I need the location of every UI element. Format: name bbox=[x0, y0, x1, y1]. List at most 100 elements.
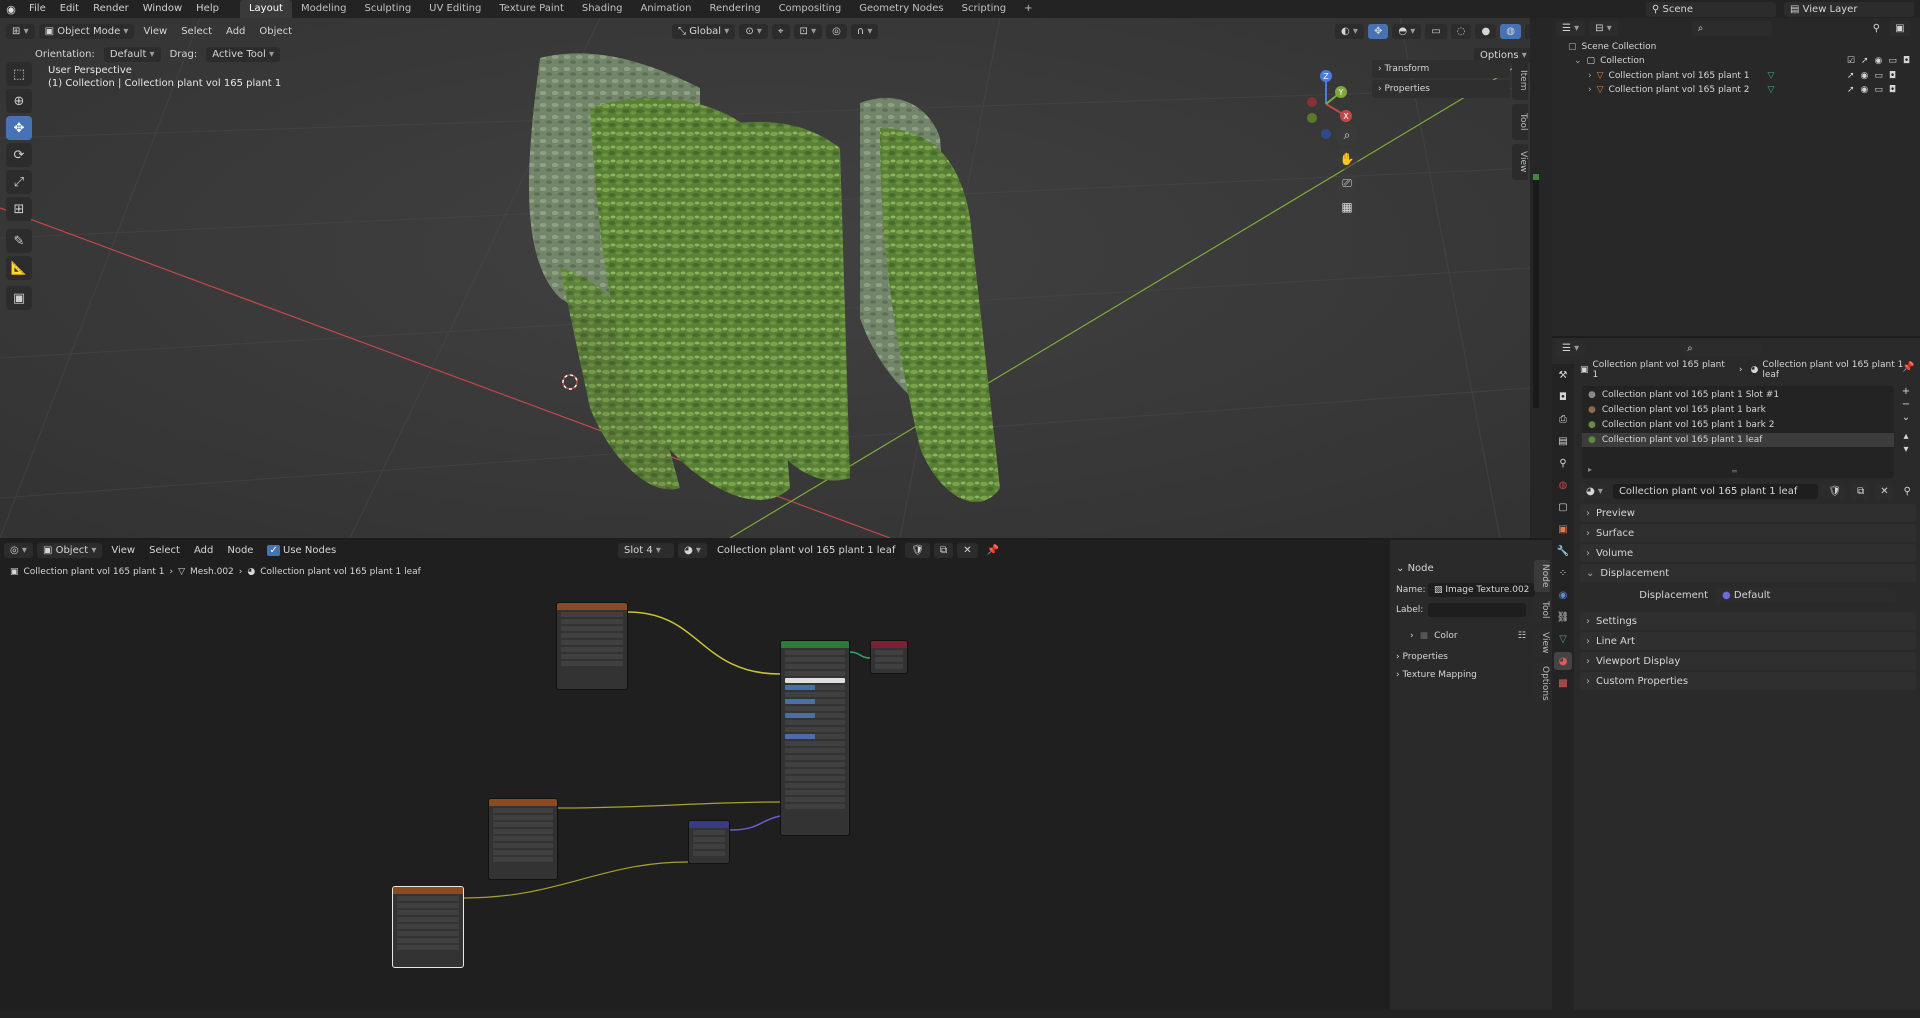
list-icon[interactable]: ☷ bbox=[1518, 631, 1526, 641]
outliner-filter-icon[interactable]: ⚲ bbox=[1868, 21, 1885, 36]
proportional-falloff-selector[interactable]: ∩ bbox=[850, 23, 879, 39]
view-layer-selector[interactable]: ▤ View Layer bbox=[1784, 1, 1914, 17]
sidebar-tab-tool[interactable]: Tool bbox=[1512, 104, 1528, 140]
menu-render[interactable]: Render bbox=[86, 0, 136, 18]
render-tab-icon[interactable]: ◘ bbox=[1554, 388, 1572, 406]
world-tab-icon[interactable]: ◍ bbox=[1554, 476, 1572, 494]
material-name-field[interactable]: Collection plant vol 165 plant 1 leaf bbox=[1612, 483, 1819, 499]
physics-tab-icon[interactable]: ◉ bbox=[1554, 586, 1572, 604]
object-tab-icon[interactable]: ▣ bbox=[1554, 520, 1572, 538]
xray-toggle[interactable]: ▭ bbox=[1425, 23, 1447, 39]
workspace-tab-scripting[interactable]: Scripting bbox=[953, 0, 1015, 18]
image-texture-node[interactable] bbox=[488, 798, 558, 880]
modifier-tab-icon[interactable]: 🔧 bbox=[1554, 542, 1572, 560]
viewport-menu-select[interactable]: Select bbox=[176, 24, 217, 39]
material-tab-icon[interactable]: ◕ bbox=[1554, 652, 1572, 670]
node-name-field[interactable]: ▨ Image Texture.002 bbox=[1428, 583, 1536, 597]
output-tab-icon[interactable]: ⎙ bbox=[1554, 410, 1572, 428]
panel-surface[interactable]: Surface bbox=[1580, 524, 1916, 542]
select-toggle-icon[interactable]: ➚ bbox=[1847, 71, 1855, 81]
move-up-icon[interactable]: ▴ bbox=[1903, 431, 1908, 442]
panel-settings[interactable]: Settings bbox=[1580, 612, 1916, 630]
rotate-tool-icon[interactable]: ⟳ bbox=[6, 143, 32, 167]
add-workspace-icon[interactable]: + bbox=[1015, 0, 1041, 18]
particles-tab-icon[interactable]: ⁘ bbox=[1554, 564, 1572, 582]
outliner-display-mode-button[interactable]: ⊟ bbox=[1589, 20, 1618, 36]
3d-viewport[interactable]: ⊞ ▣ Object Mode View Select Add Object ⤡… bbox=[0, 18, 1530, 538]
image-texture-node[interactable] bbox=[556, 602, 628, 690]
unlink-material-icon[interactable]: ✕ bbox=[1874, 483, 1895, 499]
panel-displacement[interactable]: Displacement bbox=[1580, 564, 1916, 582]
scene-selector[interactable]: ⚲ Scene bbox=[1646, 1, 1776, 17]
outliner-collection-row[interactable]: ⌄ ▢ Collection ☑ ➚ ◉ ▭ ◘ bbox=[1552, 54, 1920, 68]
workspace-tab-sculpting[interactable]: Sculpting bbox=[355, 0, 420, 18]
collection-tab-icon[interactable]: ▢ bbox=[1554, 498, 1572, 516]
workspace-tab-texture-paint[interactable]: Texture Paint bbox=[490, 0, 573, 18]
outliner-new-collection-icon[interactable]: ▣ bbox=[1889, 20, 1911, 36]
pan-hand-icon[interactable]: ✋ bbox=[1336, 148, 1358, 170]
node-link-filter-icon[interactable]: ⚲ bbox=[1899, 484, 1916, 499]
workspace-tab-modeling[interactable]: Modeling bbox=[292, 0, 356, 18]
node-label-field[interactable] bbox=[1428, 603, 1526, 617]
remove-slot-icon[interactable]: − bbox=[1902, 399, 1910, 410]
visibility-selector[interactable]: ◐ bbox=[1335, 23, 1364, 39]
panel-viewport-display[interactable]: Viewport Display bbox=[1580, 652, 1916, 670]
workspace-tab-layout[interactable]: Layout bbox=[239, 0, 292, 18]
panel-custom-properties[interactable]: Custom Properties bbox=[1580, 672, 1916, 690]
node-section-header[interactable]: ⌄ Node bbox=[1396, 560, 1526, 578]
outliner-editor-type-button[interactable]: ☰ bbox=[1556, 20, 1586, 36]
node-tab-tool[interactable]: Tool bbox=[1534, 596, 1550, 624]
shading-wireframe-button[interactable]: ◌ bbox=[1450, 23, 1472, 39]
add-cube-tool-icon[interactable]: ▣ bbox=[6, 286, 32, 310]
expand-arrow-icon[interactable]: ⌄ bbox=[1574, 56, 1582, 66]
expand-arrow-icon[interactable]: › bbox=[1588, 85, 1592, 95]
visibility-eye-icon[interactable]: ◉ bbox=[1861, 85, 1869, 95]
expand-arrow-icon[interactable]: › bbox=[1588, 71, 1592, 81]
pin-icon[interactable]: 📌 bbox=[1902, 362, 1914, 373]
viewport-menu-add[interactable]: Add bbox=[221, 24, 250, 39]
principled-bsdf-node[interactable] bbox=[780, 640, 850, 836]
properties-search-input[interactable]: ⌕ bbox=[1681, 340, 1762, 356]
browse-material-button[interactable]: ◕ bbox=[1580, 483, 1609, 499]
properties-section[interactable]: › Properties bbox=[1396, 648, 1526, 666]
panel-preview[interactable]: Preview bbox=[1580, 504, 1916, 522]
outliner-object-row[interactable]: › ▽ Collection plant vol 165 plant 2 ▽ ➚… bbox=[1552, 83, 1920, 97]
select-box-tool-icon[interactable]: ⬚ bbox=[6, 62, 32, 86]
transform-orientation-selector[interactable]: ⤡ Global bbox=[672, 23, 736, 39]
editor-type-button[interactable]: ⊞ bbox=[6, 23, 35, 39]
workspace-tab-animation[interactable]: Animation bbox=[632, 0, 701, 18]
outliner-scene-collection[interactable]: ▢ Scene Collection bbox=[1552, 40, 1920, 54]
annotate-tool-icon[interactable]: ✎ bbox=[6, 229, 32, 253]
material-slot-row[interactable]: ● Collection plant vol 165 plant 1 Slot #… bbox=[1582, 388, 1894, 402]
select-toggle-icon[interactable]: ➚ bbox=[1861, 56, 1869, 66]
data-tab-icon[interactable]: ▽ bbox=[1554, 630, 1572, 648]
properties-panel[interactable]: › Properties bbox=[1372, 80, 1510, 98]
panel-line-art[interactable]: Line Art bbox=[1580, 632, 1916, 650]
texture-mapping-section[interactable]: › Texture Mapping bbox=[1396, 666, 1526, 684]
snap-toggle[interactable]: ⌖ bbox=[771, 23, 790, 39]
workspace-tab-compositing[interactable]: Compositing bbox=[770, 0, 851, 18]
drag-selector[interactable]: Active Tool bbox=[206, 46, 280, 62]
texture-tab-icon[interactable]: ▩ bbox=[1554, 674, 1572, 692]
scene-tab-icon[interactable]: ⚲ bbox=[1554, 454, 1572, 472]
workspace-tab-uv-editing[interactable]: UV Editing bbox=[420, 0, 490, 18]
camera-view-icon[interactable]: ⎚ bbox=[1336, 172, 1358, 194]
viewport-menu-object[interactable]: Object bbox=[254, 24, 297, 39]
render-camera-icon[interactable]: ◘ bbox=[1903, 56, 1910, 66]
material-slot-row-active[interactable]: ● Collection plant vol 165 plant 1 leaf bbox=[1582, 433, 1894, 447]
image-texture-node-selected[interactable] bbox=[392, 886, 464, 968]
add-slot-icon[interactable]: + bbox=[1902, 386, 1910, 397]
shading-material-button[interactable]: ◍ bbox=[1500, 23, 1521, 39]
shader-node-editor[interactable]: ◎ ▣ Object View Select Add Node ✓ Use No… bbox=[0, 540, 1390, 1018]
tool-tab-icon[interactable]: ⚒ bbox=[1554, 366, 1572, 384]
node-color-row[interactable]: › ■ Color ☷ bbox=[1396, 626, 1526, 646]
workspace-tab-geometry-nodes[interactable]: Geometry Nodes bbox=[850, 0, 952, 18]
normal-map-node[interactable] bbox=[688, 820, 730, 864]
menu-file[interactable]: File bbox=[22, 0, 53, 18]
node-tab-node[interactable]: Node bbox=[1534, 560, 1550, 592]
viewport-menu-view[interactable]: View bbox=[138, 24, 172, 39]
constraints-tab-icon[interactable]: ⛓ bbox=[1554, 608, 1572, 626]
blender-logo-icon[interactable]: ◉ bbox=[0, 0, 22, 18]
gizmo-toggle[interactable]: ✥ bbox=[1367, 23, 1389, 39]
outliner-object-row[interactable]: › ▽ Collection plant vol 165 plant 1 ▽ ➚… bbox=[1552, 69, 1920, 83]
